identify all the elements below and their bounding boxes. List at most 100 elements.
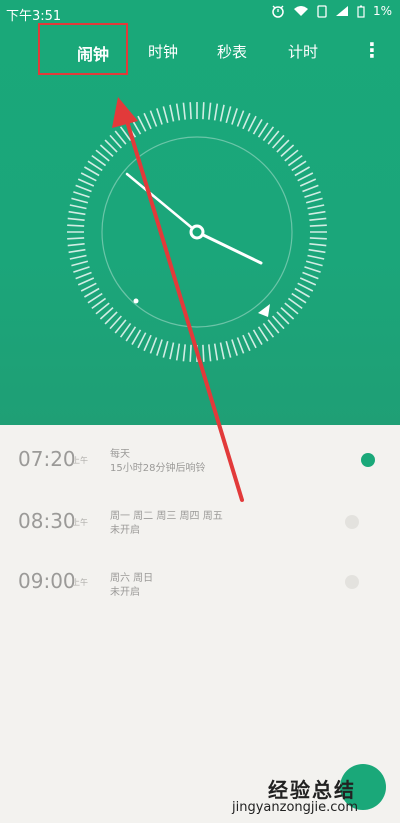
alarm-toggle[interactable] xyxy=(361,453,375,467)
clock-tick xyxy=(125,326,137,342)
clock-tick xyxy=(67,217,85,221)
clock-tick xyxy=(236,110,245,127)
clock-tick xyxy=(143,334,152,352)
signal-icon xyxy=(335,6,348,16)
clock-tick xyxy=(294,287,310,298)
clock-tick xyxy=(304,266,321,273)
clock-tick xyxy=(131,119,142,135)
clock-tick xyxy=(77,178,95,187)
clock-tick xyxy=(71,197,89,204)
alarm-time: 09:00 xyxy=(18,569,76,593)
clock-tick xyxy=(242,112,251,130)
clock-tick xyxy=(162,106,169,124)
clock-tick xyxy=(219,342,225,360)
alarm-time: 07:20 xyxy=(18,447,76,471)
more-vertical-icon[interactable]: ⋮ xyxy=(362,38,382,62)
alarm-toggle[interactable] xyxy=(345,515,359,529)
clock-tick xyxy=(291,292,307,304)
clock-tick xyxy=(69,254,87,260)
clock-tick xyxy=(68,248,86,254)
status-time: 下午3:51 xyxy=(6,9,62,24)
clock-tick xyxy=(308,248,326,254)
clock-tick xyxy=(137,115,147,132)
alarm-list: 07:20 上午 每天 15小时28分钟后响铃 08:30 上午 周一 周二 周… xyxy=(0,425,400,823)
clock-tick xyxy=(75,184,92,193)
status-icons: 1% xyxy=(271,4,392,18)
clock-tick xyxy=(297,172,314,182)
tab-clock[interactable]: 时钟 xyxy=(148,41,178,62)
alarm-status: 未开启 xyxy=(110,525,140,536)
clock-tick xyxy=(231,108,238,125)
clock-tick xyxy=(71,260,89,267)
wifi-icon xyxy=(293,6,308,16)
alarm-repeat: 周六 周日 xyxy=(110,573,154,584)
clock-tick xyxy=(73,191,90,198)
clock-tick xyxy=(182,102,186,120)
clock-tick xyxy=(67,224,85,227)
alarm-item[interactable]: 07:20 上午 每天 15小时28分钟后响铃 xyxy=(0,443,400,503)
clock-tick xyxy=(175,103,181,121)
clock-tick xyxy=(68,210,86,216)
clock-tick xyxy=(69,204,87,210)
clock-tick xyxy=(156,339,163,356)
clock-tick xyxy=(305,197,323,204)
alarm-item[interactable]: 08:30 上午 周一 周二 周三 周四 周五 未开启 xyxy=(0,505,400,565)
clock-tick xyxy=(252,119,263,135)
clock-tick xyxy=(87,160,103,172)
clock-tick xyxy=(156,108,163,125)
clock-second-dot xyxy=(133,298,139,304)
tab-highlight-box xyxy=(38,23,128,75)
clock-tick xyxy=(182,344,186,362)
clock-tick xyxy=(307,204,325,210)
watermark-url: jingyanzongjie.com xyxy=(232,800,359,815)
clock-tick xyxy=(231,339,238,356)
alarm-repeat: 周一 周二 周三 周四 周五 xyxy=(110,511,223,522)
clock-tick xyxy=(162,340,169,358)
clock-tick xyxy=(67,237,85,240)
clock-tick xyxy=(247,115,257,132)
clock-tick xyxy=(80,282,97,292)
clock-tick xyxy=(77,277,95,286)
clock-tick xyxy=(247,332,257,349)
clock-tick xyxy=(307,254,325,260)
clock-tick xyxy=(80,172,97,182)
clock-tick xyxy=(87,292,103,304)
clock-tick xyxy=(169,104,175,122)
clock-tick xyxy=(208,344,212,362)
alarm-repeat: 每天 xyxy=(110,449,130,460)
alarm-status: 未开启 xyxy=(110,587,140,598)
clock-header: 下午3:51 1% 闹钟 时钟 秒表 计时 ⋮ xyxy=(0,0,400,425)
clock-pointer-triangle xyxy=(258,304,270,317)
clock-tick xyxy=(213,103,219,121)
battery-level: 1% xyxy=(372,4,392,18)
clock-tick xyxy=(149,337,158,354)
clock-tick xyxy=(302,184,319,193)
clock-tick xyxy=(257,326,269,342)
clock-tick xyxy=(309,217,327,221)
clock-tick xyxy=(84,166,100,177)
clock-tick xyxy=(84,287,100,298)
alarm-status: 15小时28分钟后响铃 xyxy=(110,463,206,474)
alarm-time: 08:30 xyxy=(18,509,76,533)
clock-tick xyxy=(225,106,232,124)
clock-tick xyxy=(73,266,90,273)
sim-icon xyxy=(317,4,327,18)
alarm-item[interactable]: 09:00 上午 周六 周日 未开启 xyxy=(0,567,400,627)
clock-tick xyxy=(305,260,323,267)
tab-timer[interactable]: 计时 xyxy=(288,41,318,62)
clock-tick xyxy=(169,342,175,360)
clock-tick xyxy=(208,102,212,120)
clock-minute-hand xyxy=(195,230,263,265)
alarm-toggle[interactable] xyxy=(345,575,359,589)
clock-tick xyxy=(131,329,142,345)
clock-tick xyxy=(213,343,219,361)
clock-tick xyxy=(189,344,192,362)
clock-tick xyxy=(219,104,225,122)
clock-tick xyxy=(143,112,152,130)
clock-tick xyxy=(242,334,251,352)
clock-tick xyxy=(297,282,314,292)
clock-tick xyxy=(309,243,327,247)
tab-stopwatch[interactable]: 秒表 xyxy=(217,41,247,62)
clock-tick xyxy=(294,166,310,177)
clock-tick xyxy=(299,178,317,187)
